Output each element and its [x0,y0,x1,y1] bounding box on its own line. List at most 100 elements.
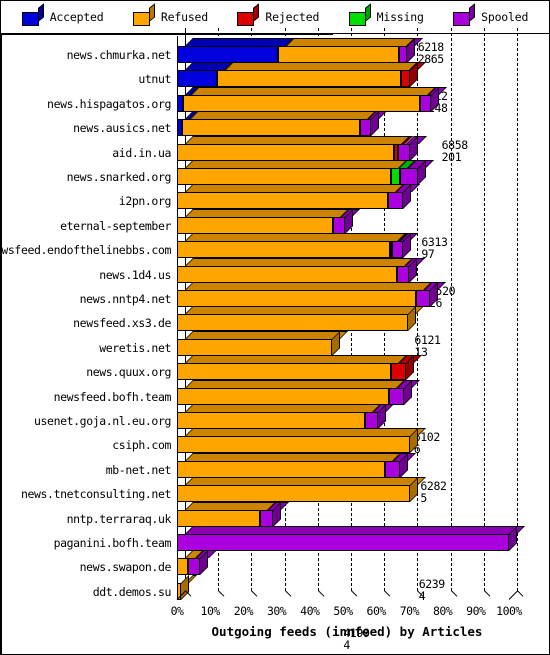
bar-segment-top-refused [185,355,408,364]
bar-segment-top-refused [185,282,433,290]
bar-segment-top-refused [185,160,408,168]
bar-segment-refused [177,314,408,332]
bar-row: 63121148 [1,62,549,115]
bar-segment-top-refused [224,62,418,71]
bar-segment-refused [177,290,417,307]
bar-segment-spooled [260,509,273,527]
bar-row: 45317 [1,208,549,408]
bar-row: 6102 6 [1,233,549,456]
bar-segment-top-refused [185,428,426,437]
bar-segment-spooled [416,290,430,307]
bar-segment-refused [177,265,398,283]
chart-window: Accepted Refused Rejected Missing Spooled ne… [0,0,550,655]
bar-segment-refused [182,119,361,137]
legend-item-refused: Refused [132,3,208,26]
x-tick-label: 100% [496,604,522,618]
bar-segment-refused [216,70,402,88]
bar-segment-top-refused [185,477,427,486]
bar-segment-refused [177,460,385,478]
bar-segment-refused [177,168,392,185]
bar-segment-missing [391,168,401,185]
bar-segment-refused [177,363,392,381]
legend-item-accepted: Accepted [21,3,104,26]
bar-segment-top-refused [190,86,436,95]
cube-icon [348,3,371,26]
bar-segment-rejected [401,70,411,88]
bar-segment-refused [177,558,188,576]
bar-segment-top-accepted [185,38,294,46]
cube-icon [237,3,260,26]
bar-segment-spooled [333,216,345,234]
bar-row: 62394 [1,306,549,603]
bar-segment-top-spooled [185,526,525,534]
bar-segment-accepted [177,46,278,63]
bar-segment-top-refused [185,330,349,339]
bar-segment-top-refused [185,257,414,266]
bar-segment-spooled [400,168,419,185]
bar-segment-top-refused [185,184,404,193]
legend-item-missing: Missing [348,3,424,26]
bar-series-group: 6218286563121148685820152471746313976520… [1,34,549,652]
bar-row: 54234 [1,404,549,430]
bar-segment-refused [177,509,261,527]
bar-segment-refused [177,436,410,454]
bar-segment-refused [177,485,411,503]
bar-segment-spooled [360,119,371,137]
bar-segment-side-refused [180,574,189,600]
bar-segment-refused [177,192,388,210]
bar-segment-refused [177,387,389,405]
bar-row: 5247174 [1,111,549,212]
bar-segment-top-refused [185,379,405,388]
bar-segment-spooled [177,534,509,551]
cube-icon [21,3,44,26]
legend-item-spooled: Spooled [453,3,529,26]
cube-icon [453,3,476,26]
legend-label: Missing [376,10,424,24]
bar-segment-spooled [397,265,410,283]
bar-segment-spooled [384,460,400,478]
bar-segment-top-refused [185,306,424,315]
bar-row: 62974 [1,428,549,454]
bar-row: 6282 5 [1,257,549,505]
legend-item-rejected: Rejected [237,3,320,26]
chart-legend: Accepted Refused Rejected Missing Spooled [1,1,549,34]
cube-icon [132,3,155,26]
bar-row: 89790 [1,526,549,552]
bar-secondary-label: 4 [343,637,350,652]
legend-label: Rejected [265,10,320,24]
bar-segment-spooled [399,46,407,63]
bar-segment-top-refused [185,208,350,217]
legend-label: Spooled [481,10,529,24]
bar-segment-top-refused [285,38,416,46]
bar-segment-accepted [177,70,217,88]
chart-plot-area: news.chmurka.net utnut news.hispagatos.org… [1,28,549,654]
bar-row: 63094 [1,477,549,503]
bar-segment-refused [277,46,400,63]
bar-segment-spooled [397,143,411,161]
bar-row: 6121 13 [1,184,549,359]
bar-row: 4199 4 [1,330,549,652]
bar-row: 60254 [1,452,549,479]
bar-row: 6280 [1,550,549,576]
bar-segment-refused [182,94,420,112]
bar-segment-spooled [364,412,378,429]
bar-row: 980 [1,574,549,601]
bar-row: 6218 2865 [1,38,549,66]
bar-segment-top-refused [190,111,377,120]
legend-label: Refused [160,10,208,24]
bar-segment-top-refused [185,452,401,461]
bar-segment-refused [177,338,333,356]
bar-segment-spooled [387,192,404,210]
bar-row: 6520 26 [1,160,549,310]
bar-segment-spooled [392,241,403,259]
bar-segment-spooled [388,387,404,405]
bar-segment-refused [177,241,391,259]
bar-row: 68454 [1,282,549,554]
bar-segment-top-refused [185,501,277,510]
bar-segment-top-refused [185,233,407,242]
bar-segment-spooled [187,558,201,576]
bar-row: 62094 [1,355,549,381]
bar-segment-refused [177,216,334,234]
bar-segment-top-refused [185,135,411,144]
bar-row: 61374 [1,379,549,406]
